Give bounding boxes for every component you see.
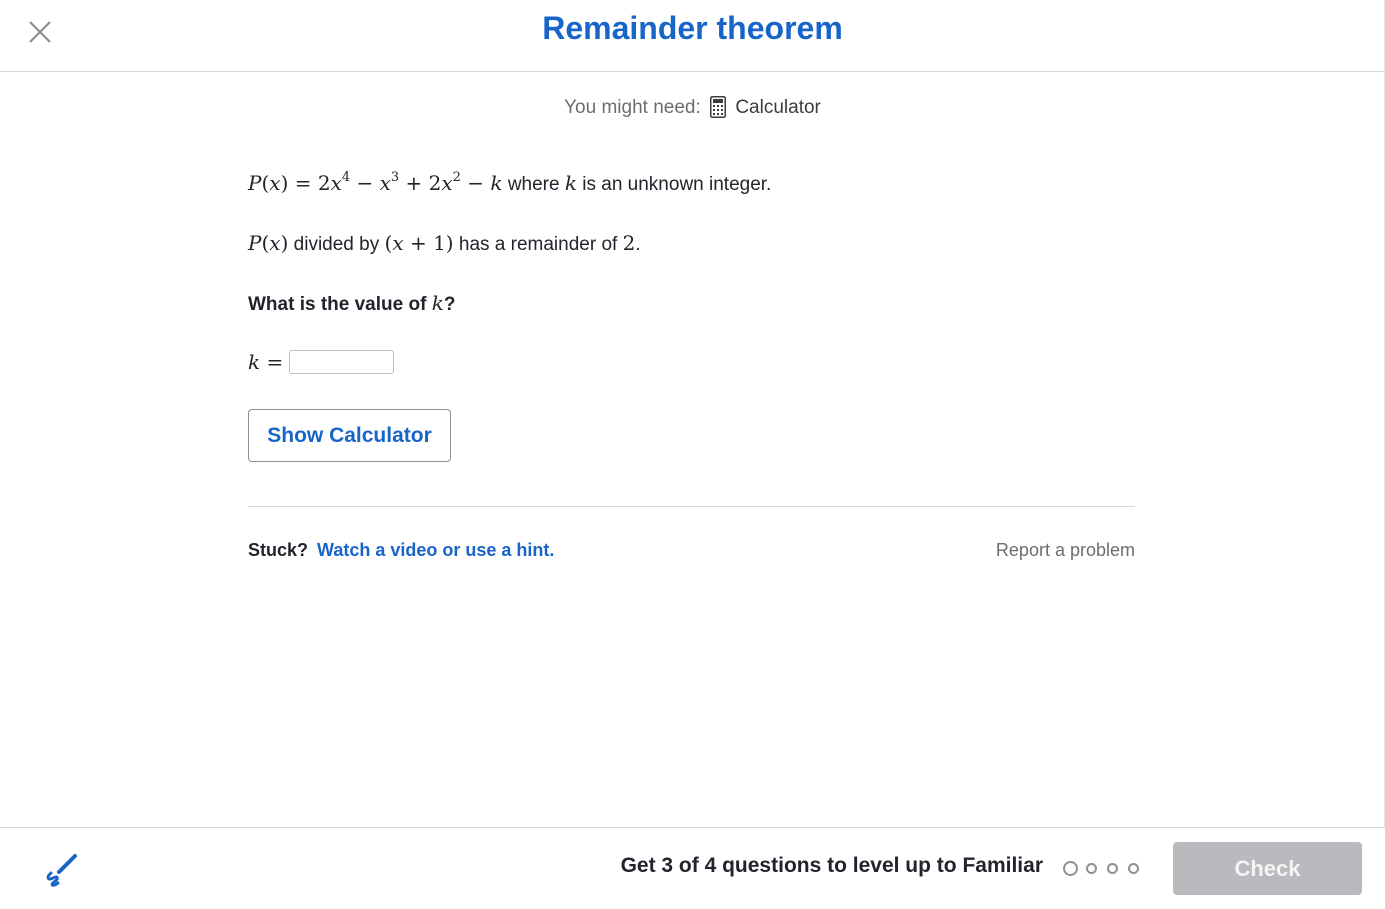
might-need-label: You might need:: [564, 97, 701, 118]
level-up-text: Get 3 of 4 questions to level up to Fami…: [620, 854, 1043, 877]
progress-dot: [1107, 863, 1118, 874]
stuck-section: Stuck? Watch a video or use a hint.: [248, 540, 554, 561]
question-line-polynomial: P(x) = 2x4 − x3 + 2x2 − k where k is an …: [248, 170, 772, 195]
progress-dot: [1086, 863, 1097, 874]
question-prompt: What is the value of k?: [248, 291, 456, 315]
page-title: Remainder theorem: [542, 10, 843, 46]
footer-bar: Get 3 of 4 questions to level up to Fami…: [0, 827, 1385, 909]
show-calculator-button[interactable]: Show Calculator: [248, 409, 451, 462]
might-need-tool: Calculator: [735, 97, 821, 118]
might-need-bar: You might need: Calculator: [0, 96, 1385, 119]
polynomial-expression: P(x) = 2x4 − x3 + 2x2 − k: [248, 170, 503, 195]
header-bar: Remainder theorem: [0, 0, 1385, 72]
answer-row: k =: [248, 350, 395, 374]
pencil-scratchpad-icon[interactable]: [42, 851, 80, 889]
progress-dot: [1063, 861, 1078, 876]
answer-input[interactable]: [289, 350, 395, 374]
report-problem-link[interactable]: Report a problem: [996, 540, 1135, 561]
stuck-label: Stuck?: [248, 540, 309, 560]
question-line-remainder: P(x) divided by (x + 1) has a remainder …: [248, 231, 641, 255]
divider: [248, 506, 1135, 507]
hint-link[interactable]: Watch a video or use a hint.: [317, 540, 554, 560]
progress-dots: [1063, 861, 1149, 876]
answer-label: k =: [248, 350, 284, 374]
calculator-icon: [710, 96, 727, 118]
check-button[interactable]: Check: [1173, 842, 1362, 895]
remainder-value: 2: [622, 231, 636, 255]
progress-dot: [1128, 863, 1139, 874]
